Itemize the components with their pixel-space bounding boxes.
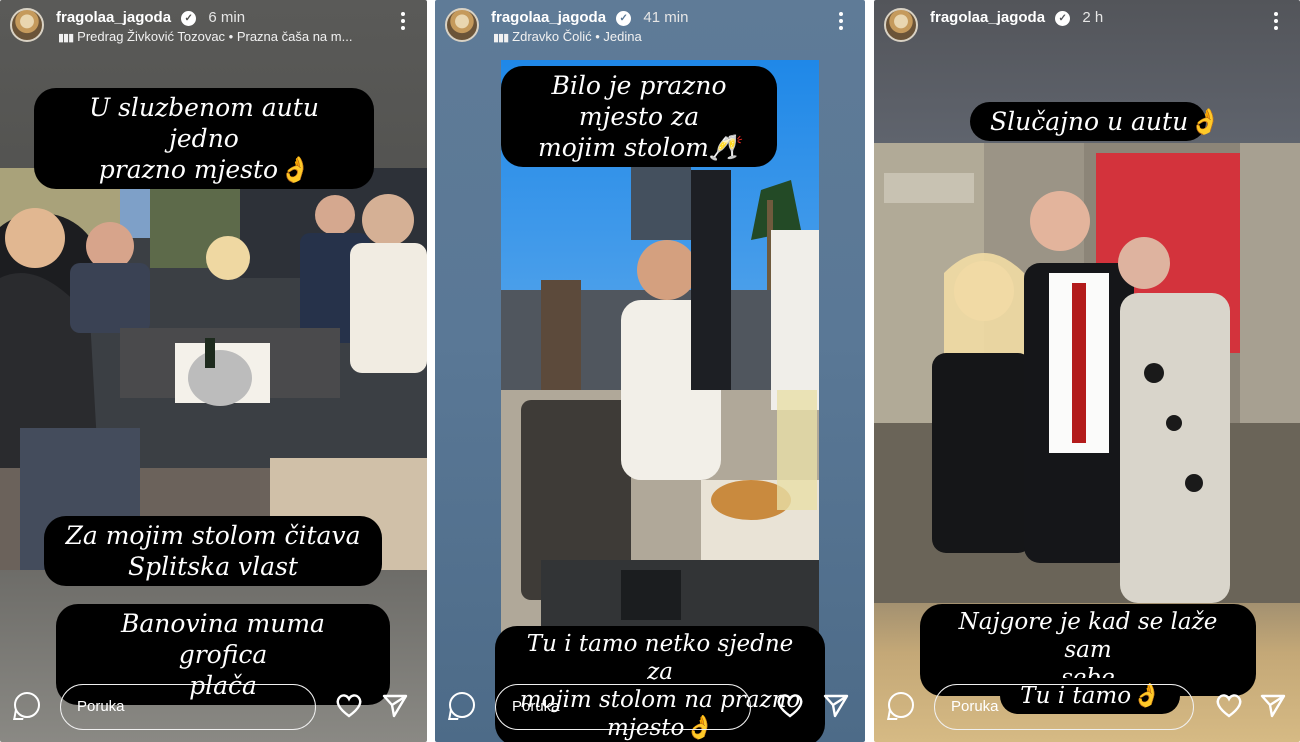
story-photo-restaurant-table: [0, 168, 427, 570]
music-bars-icon: ▮▮▮: [493, 32, 509, 44]
music-label[interactable]: ▮▮▮ Predrag Živković Tozovac • Prazna čaš…: [58, 29, 352, 44]
music-text: Zdravko Čolić • Jedina: [512, 29, 642, 44]
avatar[interactable]: [884, 8, 918, 42]
avatar[interactable]: [445, 8, 479, 42]
heart-icon[interactable]: [775, 690, 805, 720]
heart-icon[interactable]: [334, 690, 364, 720]
story-caption: Bilo je prazno mjesto za mojim stolom🥂: [501, 66, 777, 167]
message-input[interactable]: Poruka: [934, 684, 1194, 730]
verified-badge-icon: ✓: [616, 10, 632, 26]
more-vertical-icon[interactable]: [401, 12, 405, 32]
comment-bubble-icon[interactable]: [449, 692, 475, 718]
music-bars-icon: ▮▮▮: [58, 32, 74, 44]
post-time: 6 min: [208, 9, 246, 26]
story-footer: Poruka: [874, 678, 1300, 736]
verified-badge-icon: ✓: [1055, 10, 1071, 26]
send-icon[interactable]: [821, 690, 851, 720]
story-caption: Slučajno u autu👌: [970, 102, 1219, 141]
username[interactable]: fragolaa_jagoda ✓ 6 min: [56, 9, 245, 26]
story-header: fragolaa_jagoda ✓ 41 min ▮▮▮ Zdravko Čoli…: [443, 6, 857, 46]
message-input[interactable]: Poruka: [495, 684, 751, 730]
story-caption: U sluzbenom autu jedno prazno mjesto👌: [34, 88, 374, 189]
music-text: Predrag Živković Tozovac • Prazna čaša n…: [77, 29, 353, 44]
verified-badge-icon: ✓: [181, 10, 197, 26]
more-vertical-icon[interactable]: [1274, 12, 1278, 32]
story-caption: Za mojim stolom čitava Splitska vlast: [44, 516, 382, 586]
username-text[interactable]: fragolaa_jagoda: [930, 9, 1045, 26]
avatar[interactable]: [10, 8, 44, 42]
music-label[interactable]: ▮▮▮ Zdravko Čolić • Jedina: [493, 29, 642, 44]
story-header: fragolaa_jagoda ✓ 6 min ▮▮▮ Predrag Živko…: [8, 6, 419, 46]
more-vertical-icon[interactable]: [839, 12, 843, 32]
username-text[interactable]: fragolaa_jagoda: [491, 9, 606, 26]
heart-icon[interactable]: [1214, 690, 1244, 720]
post-time: 2 h: [1082, 9, 1104, 26]
story-photo-night-street: [874, 143, 1300, 603]
username[interactable]: fragolaa_jagoda ✓ 41 min: [491, 9, 688, 26]
story-footer: Poruka: [0, 678, 427, 736]
username[interactable]: fragolaa_jagoda ✓ 2 h: [930, 9, 1103, 26]
story-panel-2[interactable]: fragolaa_jagoda ✓ 41 min ▮▮▮ Zdravko Čoli…: [435, 0, 865, 742]
story-panel-3[interactable]: fragolaa_jagoda ✓ 2 h Slučajno u autu👌 N…: [874, 0, 1300, 742]
story-footer: Poruka: [435, 678, 865, 736]
username-text[interactable]: fragolaa_jagoda: [56, 9, 171, 26]
post-time: 41 min: [643, 9, 689, 26]
story-panel-1[interactable]: fragolaa_jagoda ✓ 6 min ▮▮▮ Predrag Živko…: [0, 0, 427, 742]
send-icon[interactable]: [1258, 690, 1288, 720]
send-icon[interactable]: [380, 690, 410, 720]
comment-bubble-icon[interactable]: [888, 692, 914, 718]
comment-bubble-icon[interactable]: [14, 692, 40, 718]
story-header: fragolaa_jagoda ✓ 2 h: [882, 6, 1292, 46]
message-input[interactable]: Poruka: [60, 684, 316, 730]
